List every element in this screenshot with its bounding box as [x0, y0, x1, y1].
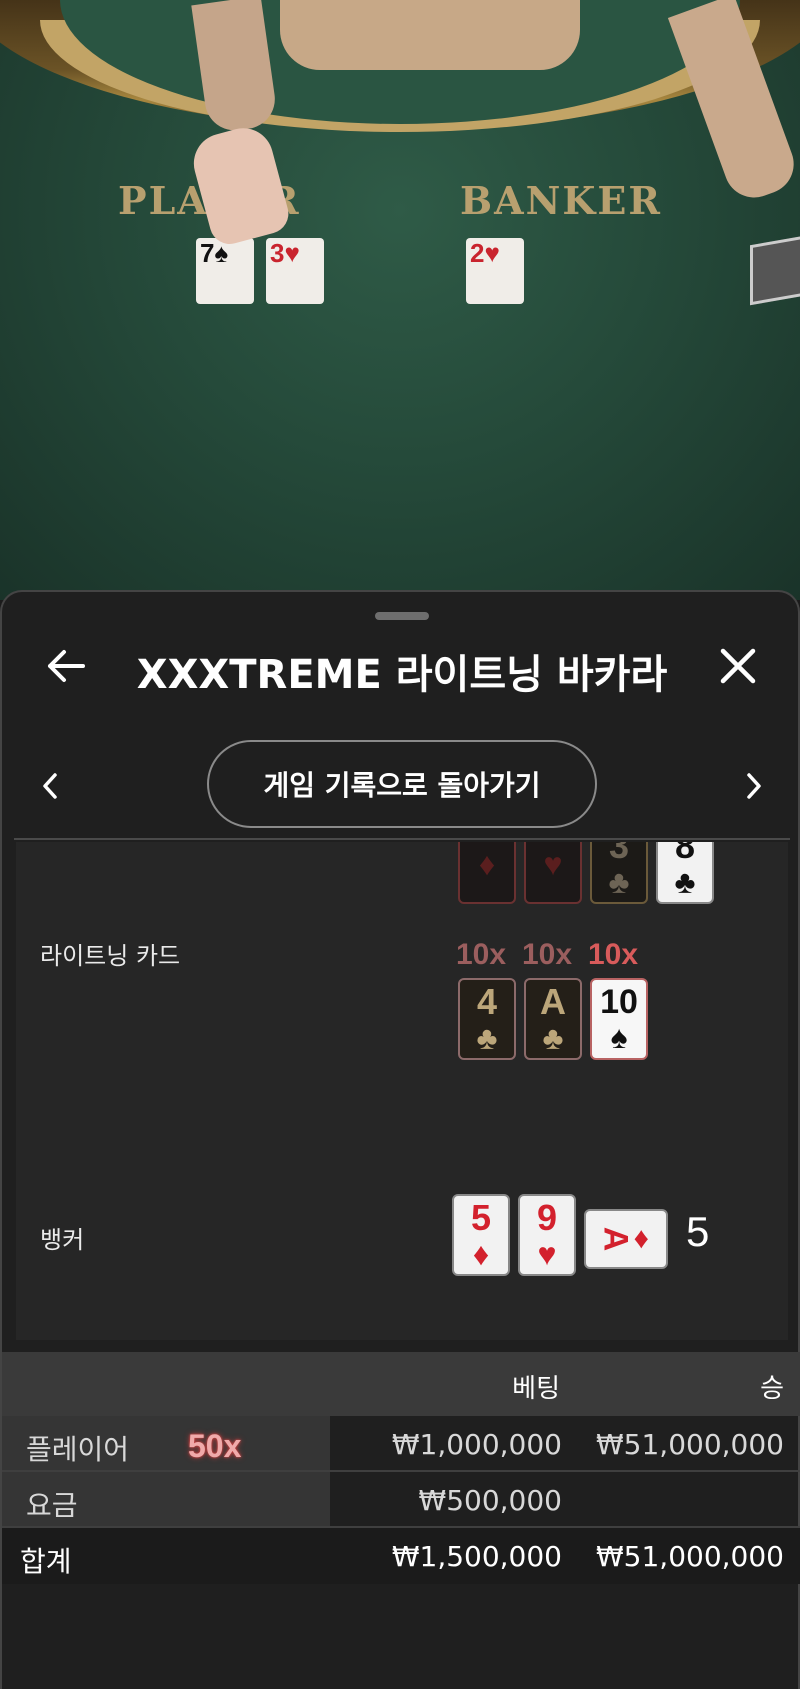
bet-amount: ₩1,000,000 — [391, 1428, 562, 1461]
bet-name: 플레이어 — [26, 1433, 130, 1466]
player-card-partial-4: 8 ♣ — [656, 842, 714, 904]
divider — [14, 838, 790, 840]
lightning-multiplier-3: 10x — [588, 938, 639, 971]
table-banker-label: BANKER — [460, 178, 662, 223]
lightning-card-1: 4 ♣ — [458, 978, 516, 1060]
video-player-card-2: 3♥ — [266, 238, 324, 304]
player-card-partial-2: ♥ — [524, 842, 582, 904]
total-label: 합계 — [20, 1545, 72, 1578]
bet-multiplier-badge: 50x — [188, 1428, 242, 1464]
round-navigation: 게임 기록으로 돌아가기 — [2, 740, 800, 830]
arrow-left-icon — [48, 650, 85, 682]
lightning-cards-label: 라이트닝 카드 — [40, 942, 181, 970]
dealer-body — [280, 0, 580, 70]
lightning-multiplier-2: 10x — [522, 938, 573, 971]
chevron-left-icon — [43, 773, 57, 799]
game-history-panel: XXXTREME 라이트닝 바카라 게임 기록으로 돌아가기 ♦ ♥ 3 ♣ 8… — [0, 590, 800, 1689]
panel-title: XXXTREME 라이트닝 바카라 — [136, 652, 668, 698]
drag-handle[interactable] — [375, 612, 429, 620]
bets-table: 베팅 승 플레이어 50x ₩1,000,000 ₩51,000,000 요금 … — [2, 1352, 800, 1584]
lightning-card-3: 10 ♠ — [590, 978, 648, 1060]
close-icon — [720, 648, 756, 684]
card-shoe — [750, 234, 800, 306]
bet-amount: ₩500,000 — [418, 1484, 562, 1517]
lightning-multiplier-1: 10x — [456, 938, 507, 971]
total-win-amount: ₩51,000,000 — [595, 1540, 784, 1573]
dealer-hand — [187, 121, 293, 249]
table-row: 요금 ₩500,000 — [2, 1472, 800, 1528]
banker-label: 뱅커 — [40, 1226, 85, 1254]
chevron-right-icon — [747, 773, 761, 799]
banker-card-1: 5 ♦ — [452, 1194, 510, 1276]
bet-name: 요금 — [26, 1489, 78, 1522]
total-row: 합계 ₩1,500,000 ₩51,000,000 — [2, 1528, 800, 1584]
table-row: 플레이어 50x ₩1,000,000 ₩51,000,000 — [2, 1416, 800, 1472]
live-video-feed: PLAYER BANKER 7♠ 3♥ 2♥ — [0, 0, 800, 600]
return-to-history-button[interactable]: 게임 기록으로 돌아가기 — [207, 740, 597, 828]
close-button[interactable] — [708, 636, 768, 696]
video-player-card-1: 7♠ — [196, 238, 254, 304]
next-round-button[interactable] — [726, 758, 782, 814]
banker-card-3: A ♦ — [584, 1209, 668, 1269]
round-result-area: ♦ ♥ 3 ♣ 8 ♣ 라이트닝 카드 10x 10x 10x 4 ♣ A ♣ 10 ♠ … — [16, 842, 788, 1340]
player-card-partial-1: ♦ — [458, 842, 516, 904]
bet-column-header: 베팅 — [512, 1374, 560, 1404]
lightning-card-2: A ♣ — [524, 978, 582, 1060]
win-amount: ₩51,000,000 — [595, 1428, 784, 1461]
previous-round-button[interactable] — [22, 758, 78, 814]
banker-card-2: 9 ♥ — [518, 1194, 576, 1276]
player-card-partial-3: 3 ♣ — [590, 842, 648, 904]
win-column-header: 승 — [760, 1374, 784, 1404]
banker-total-score: 5 — [686, 1208, 710, 1255]
video-banker-card-1: 2♥ — [466, 238, 524, 304]
total-bet-amount: ₩1,500,000 — [391, 1540, 562, 1573]
back-button[interactable] — [36, 636, 96, 696]
bets-table-header: 베팅 승 — [2, 1352, 800, 1416]
